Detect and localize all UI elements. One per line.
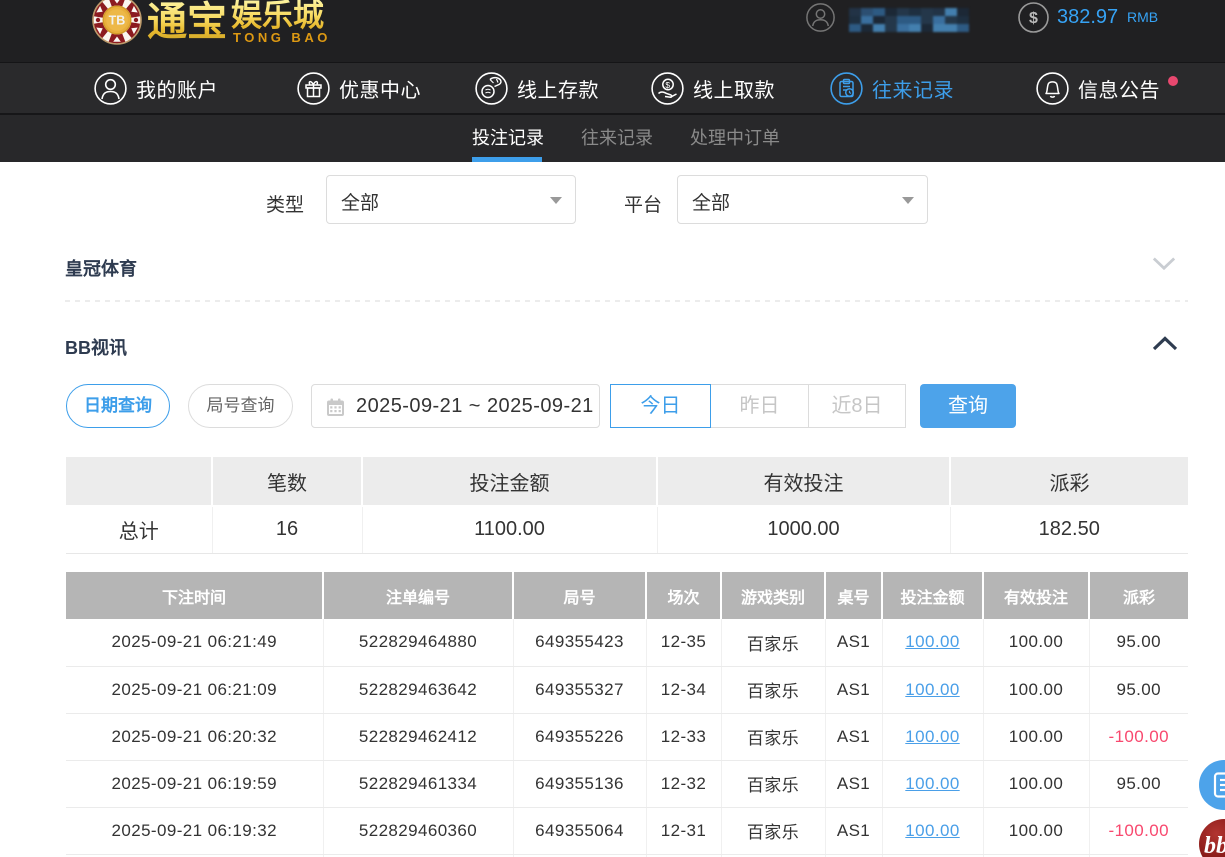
svg-text:$: $ <box>665 80 670 90</box>
svg-text:TB: TB <box>109 14 126 28</box>
svg-text:$: $ <box>1029 10 1038 27</box>
